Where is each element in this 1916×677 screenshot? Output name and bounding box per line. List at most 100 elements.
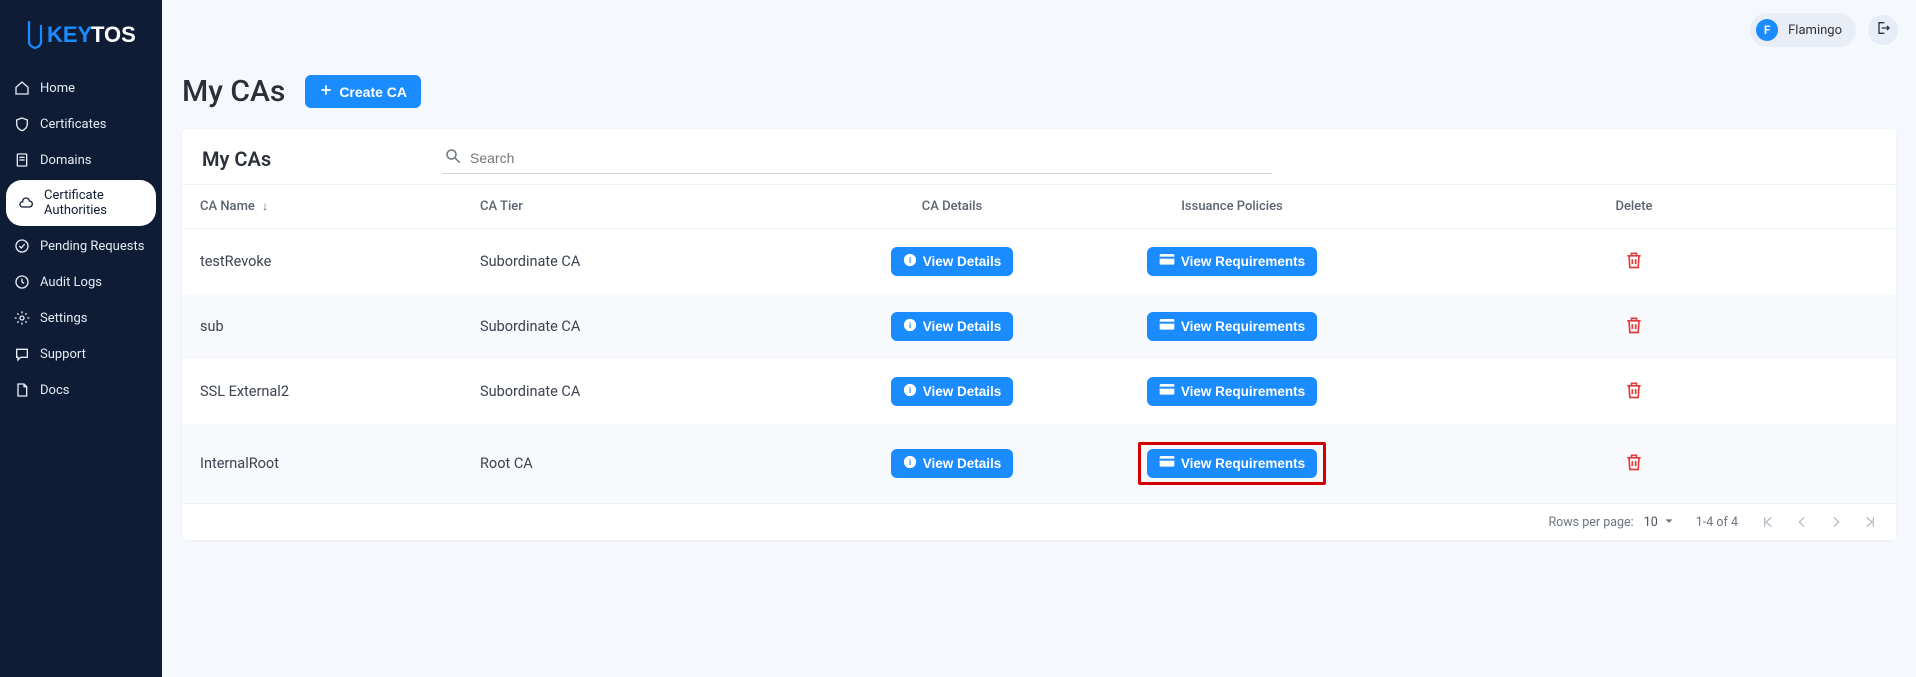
logout-button[interactable] [1868,15,1898,45]
sidebar-item-label: Pending Requests [40,239,144,254]
table-footer: Rows per page: 10 1-4 of 4 [182,503,1896,540]
check-circle-icon [14,238,30,254]
rows-per-page-label: Rows per page: [1548,515,1633,530]
view-requirements-label: View Requirements [1181,254,1305,269]
cell-delete [1372,359,1896,424]
info-icon: i [903,455,917,472]
delete-button[interactable] [1624,379,1644,405]
sidebar-item-home[interactable]: Home [0,70,162,106]
sidebar-item-audit-logs[interactable]: Audit Logs [0,264,162,300]
cell-ca-details: i View Details [812,424,1092,503]
cell-ca-tier: Subordinate CA [462,229,812,295]
page-prev-button[interactable] [1794,514,1810,530]
create-ca-button[interactable]: Create CA [305,75,421,108]
card-icon [1159,383,1175,400]
sidebar-item-support[interactable]: Support [0,336,162,372]
main-content: F Flamingo My CAs Create CA [162,0,1916,677]
table-row: subSubordinate CA iView Details View Requi… [182,294,1896,359]
col-header-details[interactable]: CA Details [812,185,1092,229]
brand-key-text: KEY [47,22,93,47]
col-header-policies[interactable]: Issuance Policies [1092,185,1372,229]
home-icon [14,80,30,96]
rows-per-page: Rows per page: 10 [1548,515,1673,530]
col-header-delete[interactable]: Delete [1372,185,1896,229]
cell-ca-details: iView Details [812,294,1092,359]
cell-ca-tier: Subordinate CA [462,359,812,424]
cell-ca-name: InternalRoot [182,424,462,503]
rows-per-page-select[interactable]: 10 [1644,515,1674,530]
sidebar-item-pending-requests[interactable]: Pending Requests [0,228,162,264]
sort-desc-icon: ↓ [262,199,268,213]
sidebar-item-certificates[interactable]: Certificates [0,106,162,142]
view-details-button[interactable]: i View Details [891,449,1014,478]
col-header-tier[interactable]: CA Tier [462,185,812,229]
card-title: My CAs [202,147,402,171]
shield-icon [14,116,30,132]
cell-issuance-policies: View Requirements [1092,294,1372,359]
svg-text:i: i [909,458,911,467]
page-last-button[interactable] [1862,514,1878,530]
card-icon [1159,455,1175,472]
cloud-icon [18,195,34,211]
view-requirements-label: View Requirements [1181,384,1305,399]
info-icon: i [903,318,917,335]
cell-issuance-policies: View Requirements [1092,424,1372,503]
trash-icon [1624,314,1644,340]
view-details-button[interactable]: iView Details [891,377,1014,406]
view-requirements-label: View Requirements [1181,319,1305,334]
brand-tos-text: TOS [91,22,136,47]
svg-text:i: i [909,386,911,395]
brand-logo: KEY TOS [0,12,162,56]
cell-ca-details: iView Details [812,359,1092,424]
delete-button[interactable] [1624,314,1644,340]
info-icon: i [903,383,917,400]
sidebar-item-certificate-authorities[interactable]: Certificate Authorities [6,180,156,226]
table-row: InternalRootRoot CA i View Details View Req… [182,424,1896,503]
pagination-range: 1-4 of 4 [1696,515,1738,530]
pager [1760,514,1878,530]
view-requirements-button[interactable]: View Requirements [1147,312,1317,341]
rows-per-page-value: 10 [1644,515,1658,530]
trash-icon [1624,451,1644,477]
page-next-button[interactable] [1828,514,1844,530]
card-header: My CAs [182,129,1896,184]
svg-text:i: i [909,256,911,265]
page-body: My CAs Create CA My CAs [162,60,1916,560]
view-requirements-button[interactable]: View Requirements [1147,247,1317,276]
view-details-button[interactable]: iView Details [891,312,1014,341]
view-requirements-button[interactable]: View Requirements [1147,377,1317,406]
cell-ca-tier: Root CA [462,424,812,503]
card-icon [1159,318,1175,335]
view-requirements-label: View Requirements [1181,456,1305,471]
sidebar-item-docs[interactable]: Docs [0,372,162,408]
view-details-button[interactable]: iView Details [891,247,1014,276]
view-requirements-button[interactable]: View Requirements [1147,449,1317,478]
topbar: F Flamingo [162,0,1916,60]
sidebar-item-domains[interactable]: Domains [0,142,162,178]
cell-ca-name: testRevoke [182,229,462,295]
trash-icon [1624,379,1644,405]
search-input[interactable] [470,150,1270,166]
user-menu[interactable]: F Flamingo [1750,13,1856,47]
ca-table-card: My CAs CA Name [182,129,1896,540]
cell-delete [1372,229,1896,295]
cell-ca-tier: Subordinate CA [462,294,812,359]
trash-icon [1624,249,1644,275]
delete-button[interactable] [1624,249,1644,275]
cell-ca-name: sub [182,294,462,359]
sidebar-item-label: Domains [40,153,91,168]
highlighted-view-requirements: View Requirements [1138,442,1326,485]
sidebar-item-label: Certificates [40,117,106,132]
cell-delete [1372,294,1896,359]
chat-icon [14,346,30,362]
info-icon: i [903,253,917,270]
delete-button[interactable] [1624,451,1644,477]
table-row: SSL External2Subordinate CAiView Details… [182,359,1896,424]
col-header-name[interactable]: CA Name ↓ [182,185,462,229]
gear-icon [14,310,30,326]
page-first-button[interactable] [1760,514,1776,530]
cell-delete [1372,424,1896,503]
create-ca-label: Create CA [339,84,407,100]
view-details-label: View Details [923,456,1002,471]
sidebar-item-settings[interactable]: Settings [0,300,162,336]
